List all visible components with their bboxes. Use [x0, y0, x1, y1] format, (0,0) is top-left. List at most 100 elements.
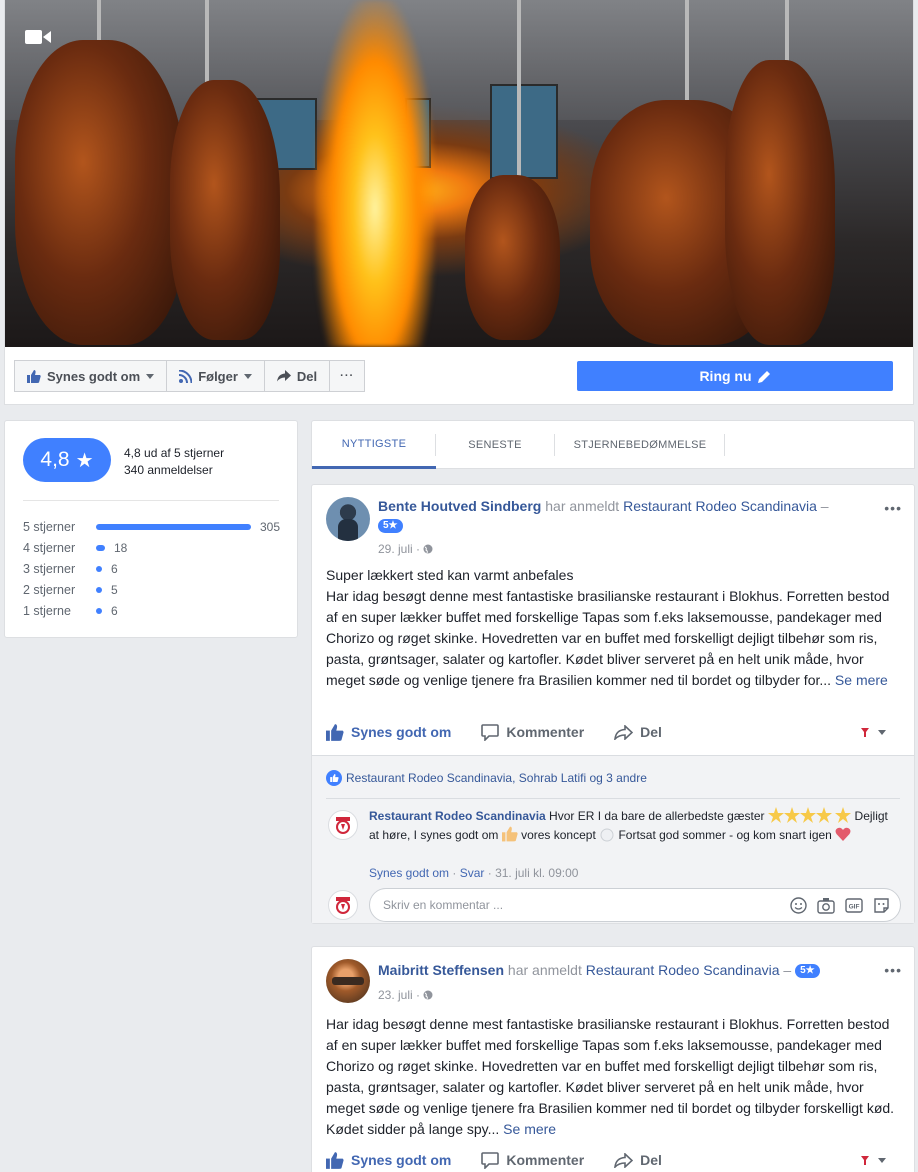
- like-button[interactable]: Synes godt om: [326, 723, 451, 741]
- share-button[interactable]: Del: [614, 724, 662, 740]
- post-options-button[interactable]: •••: [884, 962, 902, 978]
- cover-photo[interactable]: [5, 0, 913, 347]
- thumbs-up-icon: [326, 723, 344, 741]
- star-rating-badge: 5★: [795, 964, 820, 979]
- call-now-button[interactable]: Ring nu: [577, 361, 893, 391]
- reply-timestamp[interactable]: 31. juli kl. 09:00: [495, 866, 578, 880]
- emoji-icon[interactable]: [790, 897, 807, 914]
- restaurant-logo-icon: [336, 817, 350, 834]
- globe-icon: [423, 544, 433, 554]
- more-dots-icon: ···: [340, 370, 355, 382]
- comment-bubble-icon: [481, 1151, 500, 1169]
- rating-score-pill: 4,8 ★: [23, 438, 111, 482]
- reply-author[interactable]: Restaurant Rodeo Scandinavia: [369, 809, 546, 823]
- rating-row-count: 305: [260, 520, 281, 534]
- rating-row[interactable]: 4 stjerner 18: [23, 539, 127, 557]
- call-now-label: Ring nu: [699, 368, 752, 384]
- star-rating-badge: 5★: [378, 519, 403, 534]
- page-action-bar: Synes godt om Følger Del ···: [14, 360, 366, 392]
- plate-emoji-icon: [599, 826, 615, 842]
- comment-button[interactable]: Kommenter: [481, 723, 584, 741]
- review-text: Har idag besøgt denne mest fantastiske b…: [326, 1014, 896, 1140]
- likes-summary[interactable]: Restaurant Rodeo Scandinavia, Sohrab Lat…: [326, 770, 647, 786]
- post-dash: –: [779, 962, 792, 978]
- rating-row-label: 3 stjerner: [23, 562, 76, 576]
- chevron-down-icon: [878, 1157, 886, 1163]
- post-actions: Synes godt om Kommenter Del: [326, 1147, 900, 1172]
- sticker-icon[interactable]: [873, 897, 890, 914]
- pencil-icon: [757, 370, 770, 383]
- restaurant-logo-icon: [858, 725, 872, 739]
- rating-row[interactable]: 1 stjerne 6: [23, 602, 118, 620]
- heart-emoji-icon: [835, 826, 851, 842]
- star-emoji-icon: [783, 807, 800, 823]
- avatar[interactable]: [326, 959, 370, 1003]
- rating-bar: [96, 587, 102, 593]
- author-name[interactable]: Bente Houtved Sindberg: [378, 498, 541, 514]
- share-page-button[interactable]: Del: [263, 360, 331, 392]
- reply-comment: Restaurant Rodeo Scandinavia Hvor ER I d…: [369, 807, 888, 842]
- review-text: Super lækkert sted kan varmt anbefales H…: [326, 565, 896, 691]
- see-more-link[interactable]: Se mere: [831, 672, 888, 688]
- review-post: Bente Houtved Sindberg har anmeldt Resta…: [311, 484, 915, 924]
- camera-icon[interactable]: [817, 897, 835, 914]
- see-more-link[interactable]: Se mere: [499, 1121, 556, 1137]
- post-header: Maibritt Steffensen har anmeldt Restaura…: [378, 961, 888, 980]
- post-options-button[interactable]: •••: [884, 500, 902, 516]
- share-button[interactable]: Del: [614, 1152, 662, 1168]
- rating-score: 4,8: [40, 448, 70, 471]
- comment-input[interactable]: Skriv en kommentar ... GIF: [369, 888, 901, 922]
- post-header: Bente Houtved Sindberg har anmeldt Resta…: [378, 497, 888, 535]
- reaction-selector[interactable]: [858, 725, 886, 739]
- tab-most-helpful[interactable]: NYTTIGSTE: [312, 421, 436, 469]
- globe-icon: [423, 990, 433, 1000]
- author-name[interactable]: Maibritt Steffensen: [378, 962, 504, 978]
- like-page-button[interactable]: Synes godt om: [14, 360, 168, 392]
- reaction-selector[interactable]: [858, 1153, 886, 1167]
- post-actions: Synes godt om Kommenter Del: [326, 719, 900, 745]
- rating-row-label: 1 stjerne: [23, 604, 71, 618]
- video-camera-icon[interactable]: [25, 28, 51, 46]
- share-arrow-icon: [614, 1152, 634, 1168]
- star-emoji-icon: [815, 807, 832, 823]
- rating-row[interactable]: 3 stjerner 6: [23, 560, 118, 578]
- rating-row[interactable]: 5 stjerner 305: [23, 518, 280, 536]
- follow-button[interactable]: Følger: [166, 360, 265, 392]
- reply-like-link[interactable]: Synes godt om: [369, 866, 449, 880]
- more-options-button[interactable]: ···: [329, 360, 366, 392]
- star-emoji-icon: [799, 807, 816, 823]
- rating-row-label: 5 stjerner: [23, 520, 76, 534]
- rating-row-label: 4 stjerner: [23, 541, 76, 555]
- tab-star-rating[interactable]: STJERNEBEDØMMELSE: [555, 421, 725, 469]
- tab-latest[interactable]: SENESTE: [436, 421, 554, 469]
- page-link[interactable]: Restaurant Rodeo Scandinavia: [586, 962, 780, 978]
- restaurant-avatar[interactable]: [328, 810, 358, 840]
- share-arrow-icon: [276, 370, 291, 382]
- gif-icon[interactable]: GIF: [845, 897, 863, 914]
- post-date[interactable]: 29. juli ·: [378, 542, 433, 556]
- share-page-label: Del: [296, 368, 318, 384]
- review-body: Har idag besøgt denne mest fantastiske b…: [326, 588, 890, 688]
- reply-answer-link[interactable]: Svar: [460, 866, 485, 880]
- like-button[interactable]: Synes godt om: [326, 1151, 451, 1169]
- star-emoji-icon: [767, 807, 784, 823]
- thumbs-up-icon: [326, 1151, 344, 1169]
- follow-label: Følger: [198, 368, 238, 384]
- divider: [23, 500, 279, 501]
- post-verb: har anmeldt: [541, 498, 624, 514]
- avatar[interactable]: [326, 497, 370, 541]
- page-link[interactable]: Restaurant Rodeo Scandinavia: [623, 498, 817, 514]
- comments-section: Restaurant Rodeo Scandinavia, Sohrab Lat…: [312, 755, 914, 923]
- review-body: Har idag besøgt denne mest fantastiske b…: [326, 1016, 895, 1137]
- rating-row[interactable]: 2 stjerner 5: [23, 581, 118, 599]
- rating-row-count: 6: [111, 562, 118, 576]
- chevron-down-icon: [878, 729, 886, 735]
- rating-bar: [96, 524, 251, 530]
- svg-text:GIF: GIF: [849, 904, 860, 911]
- comment-button[interactable]: Kommenter: [481, 1151, 584, 1169]
- rating-row-label: 2 stjerner: [23, 583, 76, 597]
- chevron-down-icon: [146, 373, 155, 379]
- rss-feed-icon: [179, 369, 193, 383]
- rating-row-count: 5: [111, 583, 118, 597]
- post-date[interactable]: 23. juli ·: [378, 988, 433, 1002]
